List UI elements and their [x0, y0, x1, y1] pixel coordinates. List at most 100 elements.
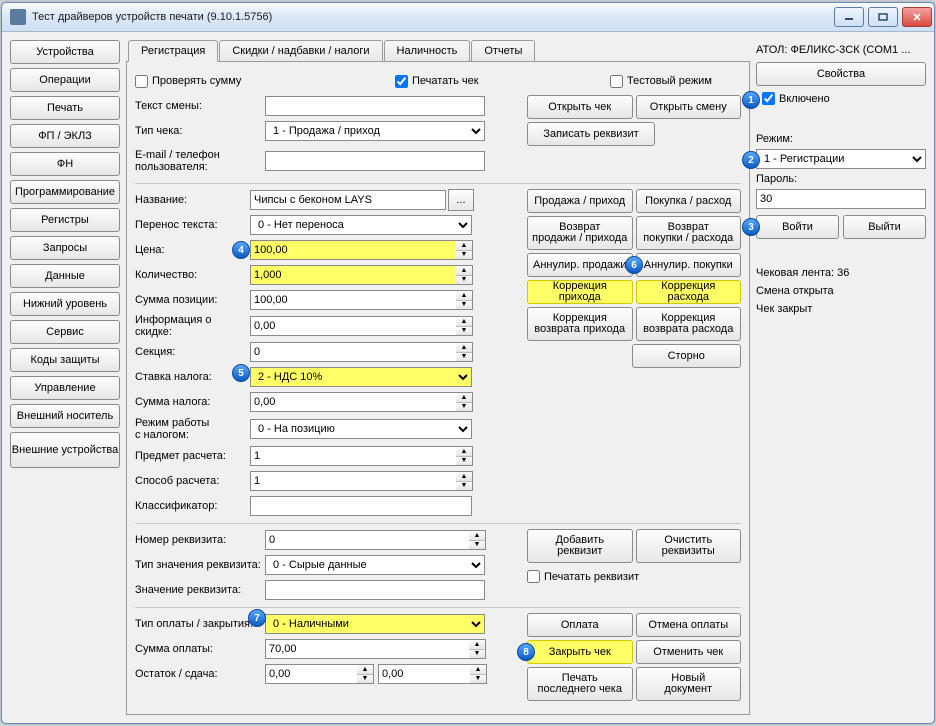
clear-requisites-button[interactable]: Очистить реквизиты — [636, 529, 742, 563]
tax-select[interactable]: 2 - НДС 10% — [250, 367, 472, 387]
req-val-input[interactable] — [265, 580, 485, 600]
calc-method-spinner[interactable]: ▲▼ — [456, 471, 473, 491]
disc-info-input[interactable] — [250, 316, 456, 336]
name-browse-button[interactable]: ... — [448, 189, 474, 211]
mode-select[interactable]: 1 - Регистрации — [756, 149, 926, 169]
return-buy-button[interactable]: Возврат покупки / расхода — [636, 216, 742, 250]
pos-sum-spinner[interactable]: ▲▼ — [456, 290, 473, 310]
pay-type-select[interactable]: 0 - Наличными — [265, 614, 485, 634]
sidebar-control[interactable]: Управление — [10, 376, 120, 400]
badge-4: 4 — [232, 241, 250, 259]
qty-spinner[interactable]: ▲▼ — [456, 265, 473, 285]
calc-method-input[interactable] — [250, 471, 456, 491]
tax-sum-spinner[interactable]: ▲▼ — [456, 392, 473, 412]
sidebar-data[interactable]: Данные — [10, 264, 120, 288]
badge-2: 2 — [742, 151, 760, 169]
price-input[interactable] — [250, 240, 456, 260]
rest-spinner-1[interactable]: ▲▼ — [357, 664, 374, 684]
sale-button[interactable]: Продажа / приход — [527, 189, 633, 213]
req-val-label: Значение реквизита: — [135, 584, 265, 596]
add-requisite-button[interactable]: Добавить реквизит — [527, 529, 633, 563]
annul-sale-button[interactable]: Аннулир. продажи — [527, 253, 633, 277]
req-num-spinner[interactable]: ▲▼ — [469, 530, 486, 550]
section-spinner[interactable]: ▲▼ — [456, 342, 473, 362]
email-input[interactable] — [265, 151, 485, 171]
calc-subject-spinner[interactable]: ▲▼ — [456, 446, 473, 466]
pos-sum-label: Сумма позиции: — [135, 294, 250, 306]
pay-sum-spinner[interactable]: ▲▼ — [469, 639, 486, 659]
open-shift-button[interactable]: Открыть смену — [636, 95, 742, 119]
pos-sum-input[interactable] — [250, 290, 456, 310]
sidebar-protect-codes[interactable]: Коды защиты — [10, 348, 120, 372]
print-requisite-checkbox[interactable]: Печатать реквизит — [527, 570, 741, 583]
tab-discounts[interactable]: Скидки / надбавки / налоги — [219, 40, 382, 62]
mode-label: Режим: — [756, 133, 926, 145]
return-sale-button[interactable]: Возврат продажи / прихода — [527, 216, 633, 250]
sidebar-fn[interactable]: ФН — [10, 152, 120, 176]
cancel-pay-button[interactable]: Отмена оплаты — [636, 613, 742, 637]
sidebar-fp[interactable]: ФП / ЭКЛЗ — [10, 124, 120, 148]
storno-button[interactable]: Сторно — [632, 344, 742, 368]
correction-income-button[interactable]: Коррекция прихода — [527, 280, 633, 304]
shift-text-label: Текст смены: — [135, 100, 265, 112]
sidebar-external-devices[interactable]: Внешние устройства — [10, 432, 120, 468]
correction-return-income-button[interactable]: Коррекция возврата прихода — [527, 307, 633, 341]
req-type-select[interactable]: 0 - Сырые данные — [265, 555, 485, 575]
new-document-button[interactable]: Новый документ — [636, 667, 742, 701]
check-sum-checkbox[interactable]: Проверять сумму — [135, 75, 395, 88]
req-type-label: Тип значения реквизита: — [135, 559, 265, 571]
calc-subject-input[interactable] — [250, 446, 456, 466]
pay-button[interactable]: Оплата — [527, 613, 633, 637]
password-input[interactable] — [756, 189, 926, 209]
close-button[interactable] — [902, 7, 932, 27]
rest-spinner-2[interactable]: ▲▼ — [470, 664, 487, 684]
rest-label: Остаток / сдача: — [135, 668, 265, 680]
sidebar-devices[interactable]: Устройства — [10, 40, 120, 64]
buy-button[interactable]: Покупка / расход — [636, 189, 742, 213]
correction-return-expense-button[interactable]: Коррекция возврата расхода — [636, 307, 742, 341]
properties-button[interactable]: Свойства — [756, 62, 926, 86]
tax-mode-select[interactable]: 0 - На позицию — [250, 419, 472, 439]
disc-info-spinner[interactable]: ▲▼ — [456, 316, 473, 336]
sidebar-print[interactable]: Печать — [10, 96, 120, 120]
pay-sum-input[interactable] — [265, 639, 469, 659]
correction-expense-button[interactable]: Коррекция расхода — [636, 280, 742, 304]
cancel-check-button[interactable]: Отменить чек — [636, 640, 742, 664]
sidebar-lowlevel[interactable]: Нижний уровень — [10, 292, 120, 316]
annul-buy-button[interactable]: Аннулир. покупки — [636, 253, 742, 277]
check-type-select[interactable]: 1 - Продажа / приход — [265, 121, 485, 141]
wrap-select[interactable]: 0 - Нет переноса — [250, 215, 472, 235]
login-button[interactable]: Войти — [756, 215, 839, 239]
qty-input[interactable] — [250, 265, 456, 285]
open-check-button[interactable]: Открыть чек — [527, 95, 633, 119]
sidebar-service[interactable]: Сервис — [10, 320, 120, 344]
print-check-checkbox[interactable]: Печатать чек — [395, 75, 610, 88]
tab-registration[interactable]: Регистрация — [128, 40, 218, 62]
tab-reports[interactable]: Отчеты — [471, 40, 535, 62]
enabled-checkbox[interactable]: Включено — [756, 90, 926, 107]
print-last-check-button[interactable]: Печать последнего чека — [527, 667, 633, 701]
close-check-button[interactable]: Закрыть чек — [527, 640, 633, 664]
classifier-input[interactable] — [250, 496, 472, 516]
sidebar-operations[interactable]: Операции — [10, 68, 120, 92]
section-input[interactable] — [250, 342, 456, 362]
tab-cash[interactable]: Наличность — [384, 40, 471, 62]
maximize-button[interactable] — [868, 7, 898, 27]
sidebar-programming[interactable]: Программирование — [10, 180, 120, 204]
req-num-label: Номер реквизита: — [135, 534, 265, 546]
sidebar-external-media[interactable]: Внешний носитель — [10, 404, 120, 428]
shift-text-input[interactable] — [265, 96, 485, 116]
write-requisite-button[interactable]: Записать реквизит — [527, 122, 655, 146]
tax-sum-input[interactable] — [250, 392, 456, 412]
price-spinner[interactable]: ▲▼ — [456, 240, 473, 260]
req-num-input[interactable] — [265, 530, 469, 550]
sidebar-requests[interactable]: Запросы — [10, 236, 120, 260]
badge-6: 6 — [625, 256, 643, 274]
rest-input-2[interactable] — [378, 664, 470, 684]
logout-button[interactable]: Выйти — [843, 215, 926, 239]
sidebar-registers[interactable]: Регистры — [10, 208, 120, 232]
test-mode-checkbox[interactable]: Тестовый режим — [610, 75, 712, 88]
rest-input-1[interactable] — [265, 664, 357, 684]
name-input[interactable] — [250, 190, 446, 210]
minimize-button[interactable] — [834, 7, 864, 27]
